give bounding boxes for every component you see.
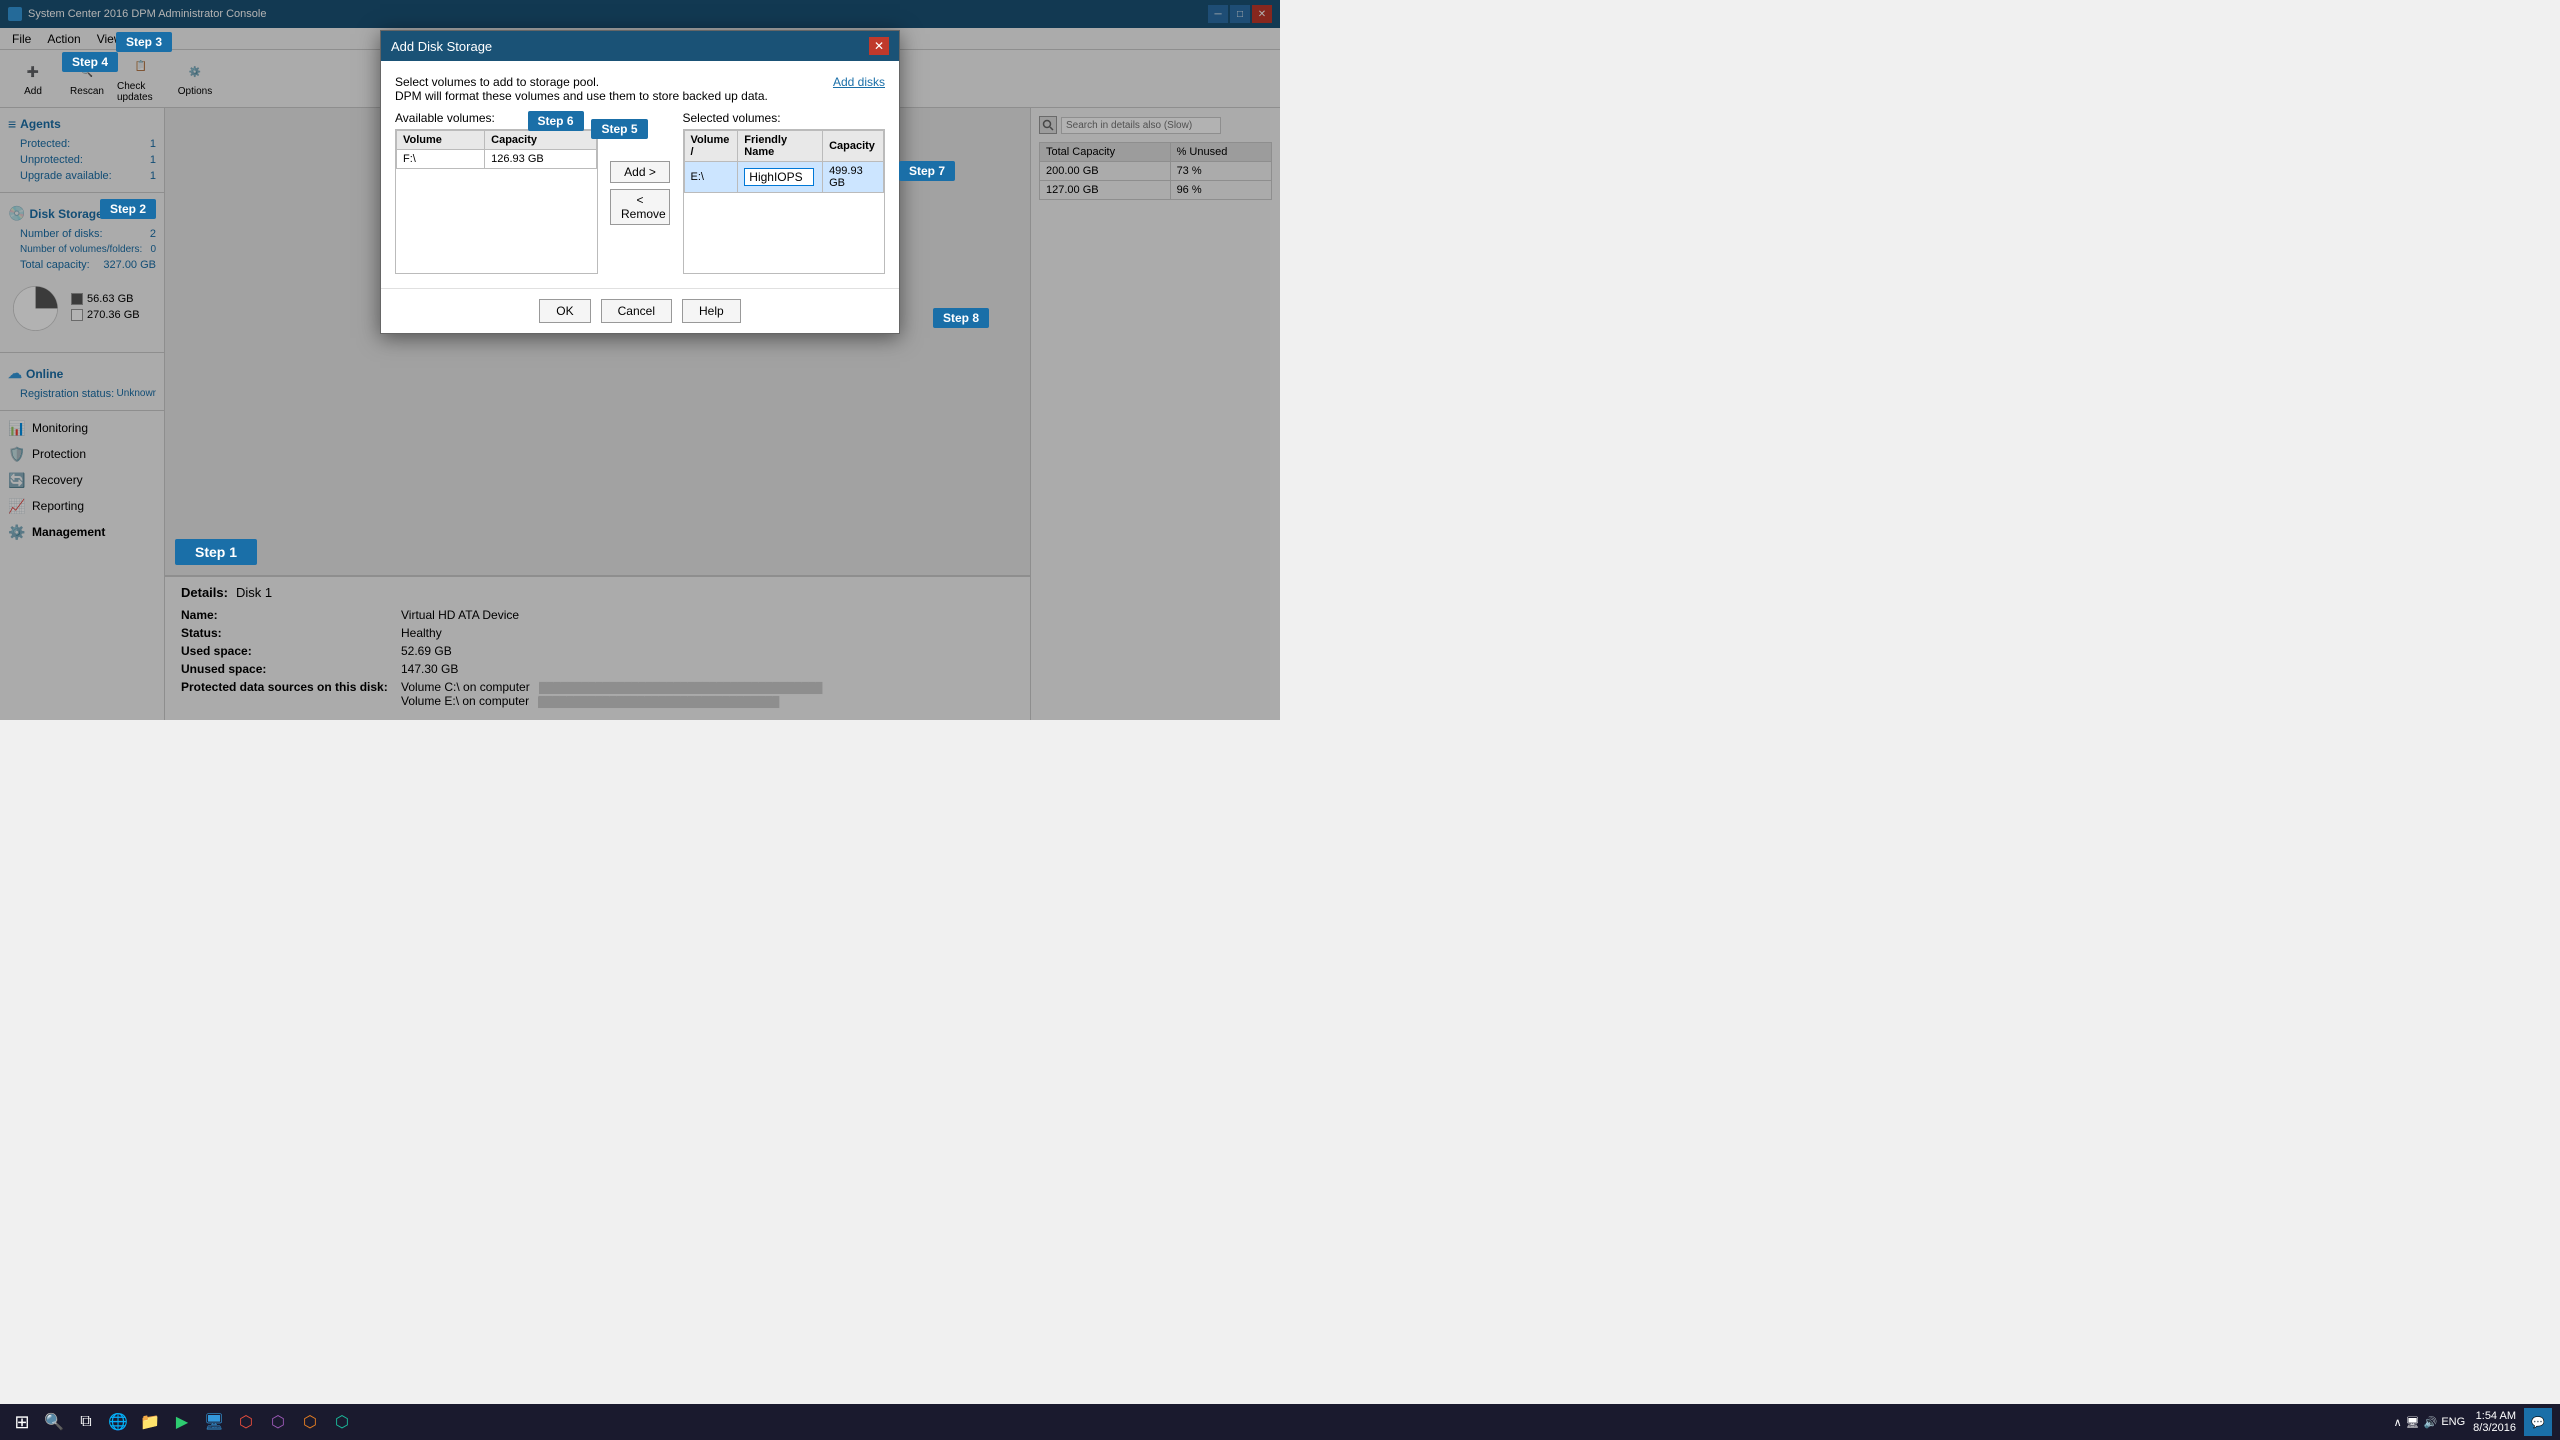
notification-button[interactable]: 💬 bbox=[2524, 1408, 2552, 1436]
app5-icon[interactable]: ⬡ bbox=[296, 1408, 324, 1436]
available-volumes-col: Available volumes: Volume Capacity bbox=[395, 111, 598, 274]
explorer-icon[interactable]: 📁 bbox=[136, 1408, 164, 1436]
date-display: 8/3/2016 bbox=[2473, 1422, 2516, 1434]
app6-icon[interactable]: ⬡ bbox=[328, 1408, 356, 1436]
step8-tooltip: Step 8 bbox=[933, 308, 989, 328]
step2-tooltip: Step 2 bbox=[100, 199, 156, 219]
add-button-modal[interactable]: Add > bbox=[610, 161, 670, 183]
add-disks-link[interactable]: Add disks bbox=[833, 75, 885, 103]
modal-intro-area: Select volumes to add to storage pool. D… bbox=[395, 75, 885, 103]
friendly-name-input[interactable] bbox=[744, 168, 814, 186]
task-view[interactable]: ⧉ bbox=[72, 1408, 100, 1436]
sel-capacity-1: 499.93 GB bbox=[823, 162, 884, 193]
sel-col-friendly: Friendly Name bbox=[738, 131, 823, 162]
modal-footer: OK Cancel Help Step 8 bbox=[381, 288, 899, 333]
app3-icon[interactable]: ⬡ bbox=[232, 1408, 260, 1436]
taskbar-clock: 1:54 AM 8/3/2016 bbox=[2473, 1410, 2516, 1434]
sel-col-capacity: Capacity bbox=[823, 131, 884, 162]
cancel-button[interactable]: Cancel bbox=[601, 299, 672, 323]
ok-button[interactable]: OK bbox=[539, 299, 590, 323]
network-icon: 🖥 bbox=[2406, 1416, 2420, 1429]
remove-button-modal[interactable]: < Remove bbox=[610, 189, 670, 225]
avail-col-volume: Volume bbox=[397, 131, 485, 150]
volume-icon[interactable]: 🔊 bbox=[2424, 1416, 2438, 1429]
modal-title: Add Disk Storage bbox=[391, 39, 492, 54]
tray-arrow[interactable]: ∧ bbox=[2394, 1416, 2402, 1429]
modal-overlay: Add Disk Storage ✕ Select volumes to add… bbox=[0, 0, 1280, 720]
start-button[interactable]: ⊞ bbox=[8, 1408, 36, 1436]
modal-intro-text: Select volumes to add to storage pool. D… bbox=[395, 75, 768, 103]
taskbar-right: ∧ 🖥 🔊 ENG 1:54 AM 8/3/2016 💬 bbox=[2394, 1408, 2552, 1436]
step3-tooltip: Step 3 bbox=[116, 32, 172, 52]
step1-tooltip: Step 1 bbox=[175, 539, 257, 565]
selected-label: Selected volumes: bbox=[683, 111, 886, 125]
app2-icon[interactable]: 🖥 bbox=[200, 1408, 228, 1436]
add-disk-storage-dialog: Add Disk Storage ✕ Select volumes to add… bbox=[380, 30, 900, 334]
sel-volume-1: E:\ bbox=[684, 162, 738, 193]
step7-tooltip: Step 7 bbox=[899, 161, 955, 181]
sel-friendly-1 bbox=[738, 162, 823, 193]
step4-tooltip: Step 4 bbox=[62, 52, 118, 72]
app1-icon[interactable]: ▶ bbox=[168, 1408, 196, 1436]
avail-col-capacity: Capacity bbox=[485, 131, 596, 150]
step6-tooltip: Step 6 bbox=[528, 111, 584, 131]
language-label: ENG bbox=[2441, 1416, 2465, 1428]
sys-tray: ∧ 🖥 🔊 ENG bbox=[2394, 1416, 2466, 1429]
taskbar: ⊞ 🔍 ⧉ 🌐 📁 ▶ 🖥 ⬡ ⬡ ⬡ ⬡ ∧ 🖥 🔊 ENG 1:54 AM … bbox=[0, 1404, 2560, 1440]
selected-table-area: Volume / Friendly Name Capacity E:\ bbox=[683, 129, 886, 274]
search-taskbar[interactable]: 🔍 bbox=[40, 1408, 68, 1436]
sel-row[interactable]: E:\ 499.93 GB bbox=[684, 162, 884, 193]
available-table: Volume Capacity F:\ 126.93 GB bbox=[396, 130, 597, 169]
time-display: 1:54 AM bbox=[2473, 1410, 2516, 1422]
modal-titlebar: Add Disk Storage ✕ bbox=[381, 31, 899, 61]
avail-capacity-1: 126.93 GB bbox=[485, 150, 596, 169]
intro-line1: Select volumes to add to storage pool. bbox=[395, 75, 768, 89]
intro-line2: DPM will format these volumes and use th… bbox=[395, 89, 768, 103]
avail-row[interactable]: F:\ 126.93 GB bbox=[397, 150, 597, 169]
step5-tooltip: Step 5 bbox=[591, 119, 647, 139]
taskbar-left: ⊞ 🔍 ⧉ 🌐 📁 ▶ 🖥 ⬡ ⬡ ⬡ ⬡ bbox=[8, 1408, 356, 1436]
modal-body: Select volumes to add to storage pool. D… bbox=[381, 61, 899, 288]
selected-table: Volume / Friendly Name Capacity E:\ bbox=[684, 130, 885, 193]
modal-close-button[interactable]: ✕ bbox=[869, 37, 889, 55]
app4-icon[interactable]: ⬡ bbox=[264, 1408, 292, 1436]
selected-volumes-col: Selected volumes: Volume / Friendly Name… bbox=[683, 111, 886, 274]
modal-columns: Available volumes: Volume Capacity bbox=[395, 111, 885, 274]
avail-volume-1: F:\ bbox=[397, 150, 485, 169]
available-table-area: Volume Capacity F:\ 126.93 GB bbox=[395, 129, 598, 274]
edge-icon[interactable]: 🌐 bbox=[104, 1408, 132, 1436]
help-button[interactable]: Help bbox=[682, 299, 741, 323]
sel-col-volume: Volume / bbox=[684, 131, 738, 162]
